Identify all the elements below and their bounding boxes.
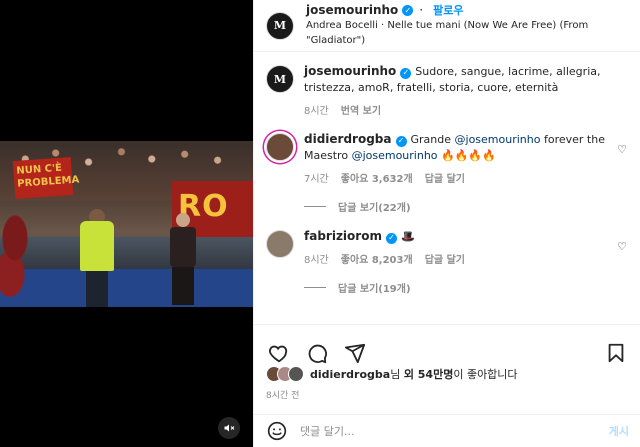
header-username[interactable]: josemourinho [306,3,398,18]
comment-input[interactable] [300,424,580,438]
bookmark-icon [608,343,624,362]
avatar[interactable]: M [266,65,294,93]
likes-summary[interactable]: didierdrogba님 외 54만명이 좋아합니다 [266,366,518,382]
comment-composer: 게시 [254,414,640,447]
banner-problema: NUN C'È PROBLEMA [12,157,80,199]
comment-time: 8시간 [304,255,329,266]
post-media[interactable]: NUN C'È PROBLEMA RO [0,0,253,447]
mute-button[interactable] [218,417,240,439]
coach-running [162,213,202,307]
share-button[interactable] [342,340,368,366]
mention-link[interactable]: @josemourinho [352,149,438,162]
comments-list: M josemourinho ✓ Sudore, sangue, lacrime, … [254,53,640,324]
caption: M josemourinho ✓ Sudore, sangue, lacrime, … [266,63,629,117]
comment-likes[interactable]: 좋아요 8,203개 [341,251,413,266]
comment-username[interactable]: fabriziorom [304,229,382,243]
avatar[interactable]: M [266,11,294,40]
verified-icon: ✓ [395,135,407,147]
post-panel: M josemourinho ✓ · 팔로우 Andrea Bocelli · … [253,0,640,447]
tophat-emoji: 🎩 [400,230,415,243]
speaker-muted-icon [224,424,235,432]
reply-button[interactable]: 답글 달기 [425,170,465,185]
avatar[interactable] [266,230,294,258]
comment-likes[interactable]: 좋아요 3,632개 [341,170,413,185]
heart-icon[interactable]: ♡ [617,143,627,156]
translate-link[interactable]: 번역 보기 [341,102,381,117]
post-header: M josemourinho ✓ · 팔로우 Andrea Bocelli · … [254,0,640,52]
verified-icon: ✓ [385,232,397,244]
avatar[interactable] [266,133,294,161]
post-button[interactable]: 게시 [609,423,629,439]
comment-icon [308,344,327,363]
players [0,211,50,301]
verified-icon: ✓ [402,5,414,16]
heart-icon[interactable]: ♡ [617,240,627,253]
like-button[interactable] [266,340,292,366]
comment-item: didierdrogba ✓ Grande @josemourinho foreve… [266,131,629,214]
comment-username[interactable]: didierdrogba [304,132,392,146]
music-info[interactable]: Andrea Bocelli · Nelle tue mani (Now We … [306,18,628,48]
likes-user[interactable]: didierdrogba [310,368,390,381]
comment-item: fabriziorom ✓ 🎩 8시간 좋아요 8,203개 답글 달기 답글 보기… [266,228,629,295]
view-replies-button[interactable]: 답글 보기(19개) [304,280,614,295]
post-photo: NUN C'È PROBLEMA RO [0,141,253,307]
view-replies-button[interactable]: 답글 보기(22개) [304,199,614,214]
comment-button[interactable] [304,340,330,366]
heart-icon [269,345,288,362]
smiley-icon [267,421,287,441]
avatar [288,366,304,382]
mention-link[interactable]: @josemourinho [455,133,541,146]
fire-emojis: 🔥🔥🔥🔥 [441,149,496,162]
caption-username[interactable]: josemourinho [304,64,396,78]
caption-time: 8시간 [304,106,329,117]
send-icon [344,343,366,363]
follow-button[interactable]: 팔로우 [433,3,463,18]
emoji-button[interactable] [266,420,288,442]
post-time: 8시간 전 [266,391,300,401]
save-button[interactable] [603,340,629,366]
comment-time: 7시간 [304,174,329,185]
verified-icon: ✓ [400,67,412,79]
reply-button[interactable]: 답글 달기 [425,251,465,266]
likes-count[interactable]: 외 54만명 [404,368,454,381]
action-bar [254,324,640,370]
steward [78,209,116,307]
